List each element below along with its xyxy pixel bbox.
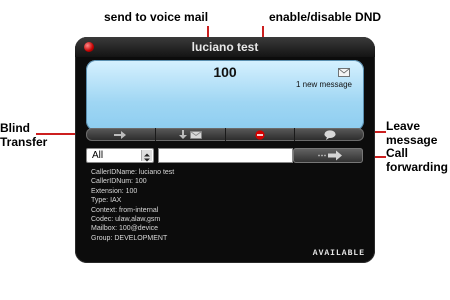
operator-panel-widget: luciano test 100 1 new message All Calle…: [75, 37, 375, 263]
no-entry-icon: [255, 129, 265, 140]
callout-blind-transfer-label: Blind Transfer: [0, 121, 48, 149]
arrow-right-icon: [318, 150, 342, 161]
callout-voicemail-label: send to voice mail: [104, 10, 209, 24]
callout-leave-message-label: Leave message: [386, 119, 438, 147]
display-screen: 100 1 new message: [86, 60, 364, 131]
envelope-icon: [338, 68, 350, 77]
envelope-icon: [189, 130, 202, 139]
call-forward-number-input[interactable]: [158, 148, 293, 163]
blind-transfer-button[interactable]: [86, 128, 156, 141]
caller-id-name: CallerIDName: luciano test: [91, 169, 175, 176]
leave-message-button[interactable]: [295, 128, 364, 141]
send-to-voicemail-button[interactable]: [156, 128, 226, 141]
caller-id-num: CallerIDNum: 100: [91, 178, 147, 186]
callout-dnd-label: enable/disable DND: [269, 10, 382, 24]
group-filter-value: All: [92, 150, 104, 161]
caller-info-panel: CallerIDName: luciano test CallerIDNum: …: [91, 168, 174, 243]
speech-bubble-icon: [324, 129, 336, 140]
mailbox-info: Mailbox: 100@device: [91, 225, 159, 233]
context-info: Context: from-internal: [91, 206, 159, 214]
dnd-toggle-button[interactable]: [226, 128, 296, 141]
chevron-updown-icon: [141, 150, 152, 162]
group-info: Group: DEVELOPMENT: [91, 234, 168, 242]
call-forwarding-button[interactable]: [293, 148, 363, 163]
extension-number: 100: [213, 64, 237, 80]
group-filter-select[interactable]: All: [86, 148, 154, 163]
window-title: luciano test: [191, 40, 259, 54]
title-bar: luciano test: [75, 37, 375, 57]
extension-info: Extension: 100: [91, 187, 138, 195]
status-badge: AVAILABLE: [312, 249, 365, 258]
callout-call-forwarding-label: Call forwarding: [386, 146, 448, 174]
codec-info: Codec: ulaw,alaw,gsm: [91, 216, 161, 224]
arrow-down-icon: [178, 130, 187, 139]
new-message-count: 1 new message: [295, 80, 352, 89]
type-info: Type: IAX: [91, 197, 122, 205]
arrow-right-icon: [114, 130, 127, 139]
action-button-row: [86, 128, 364, 141]
